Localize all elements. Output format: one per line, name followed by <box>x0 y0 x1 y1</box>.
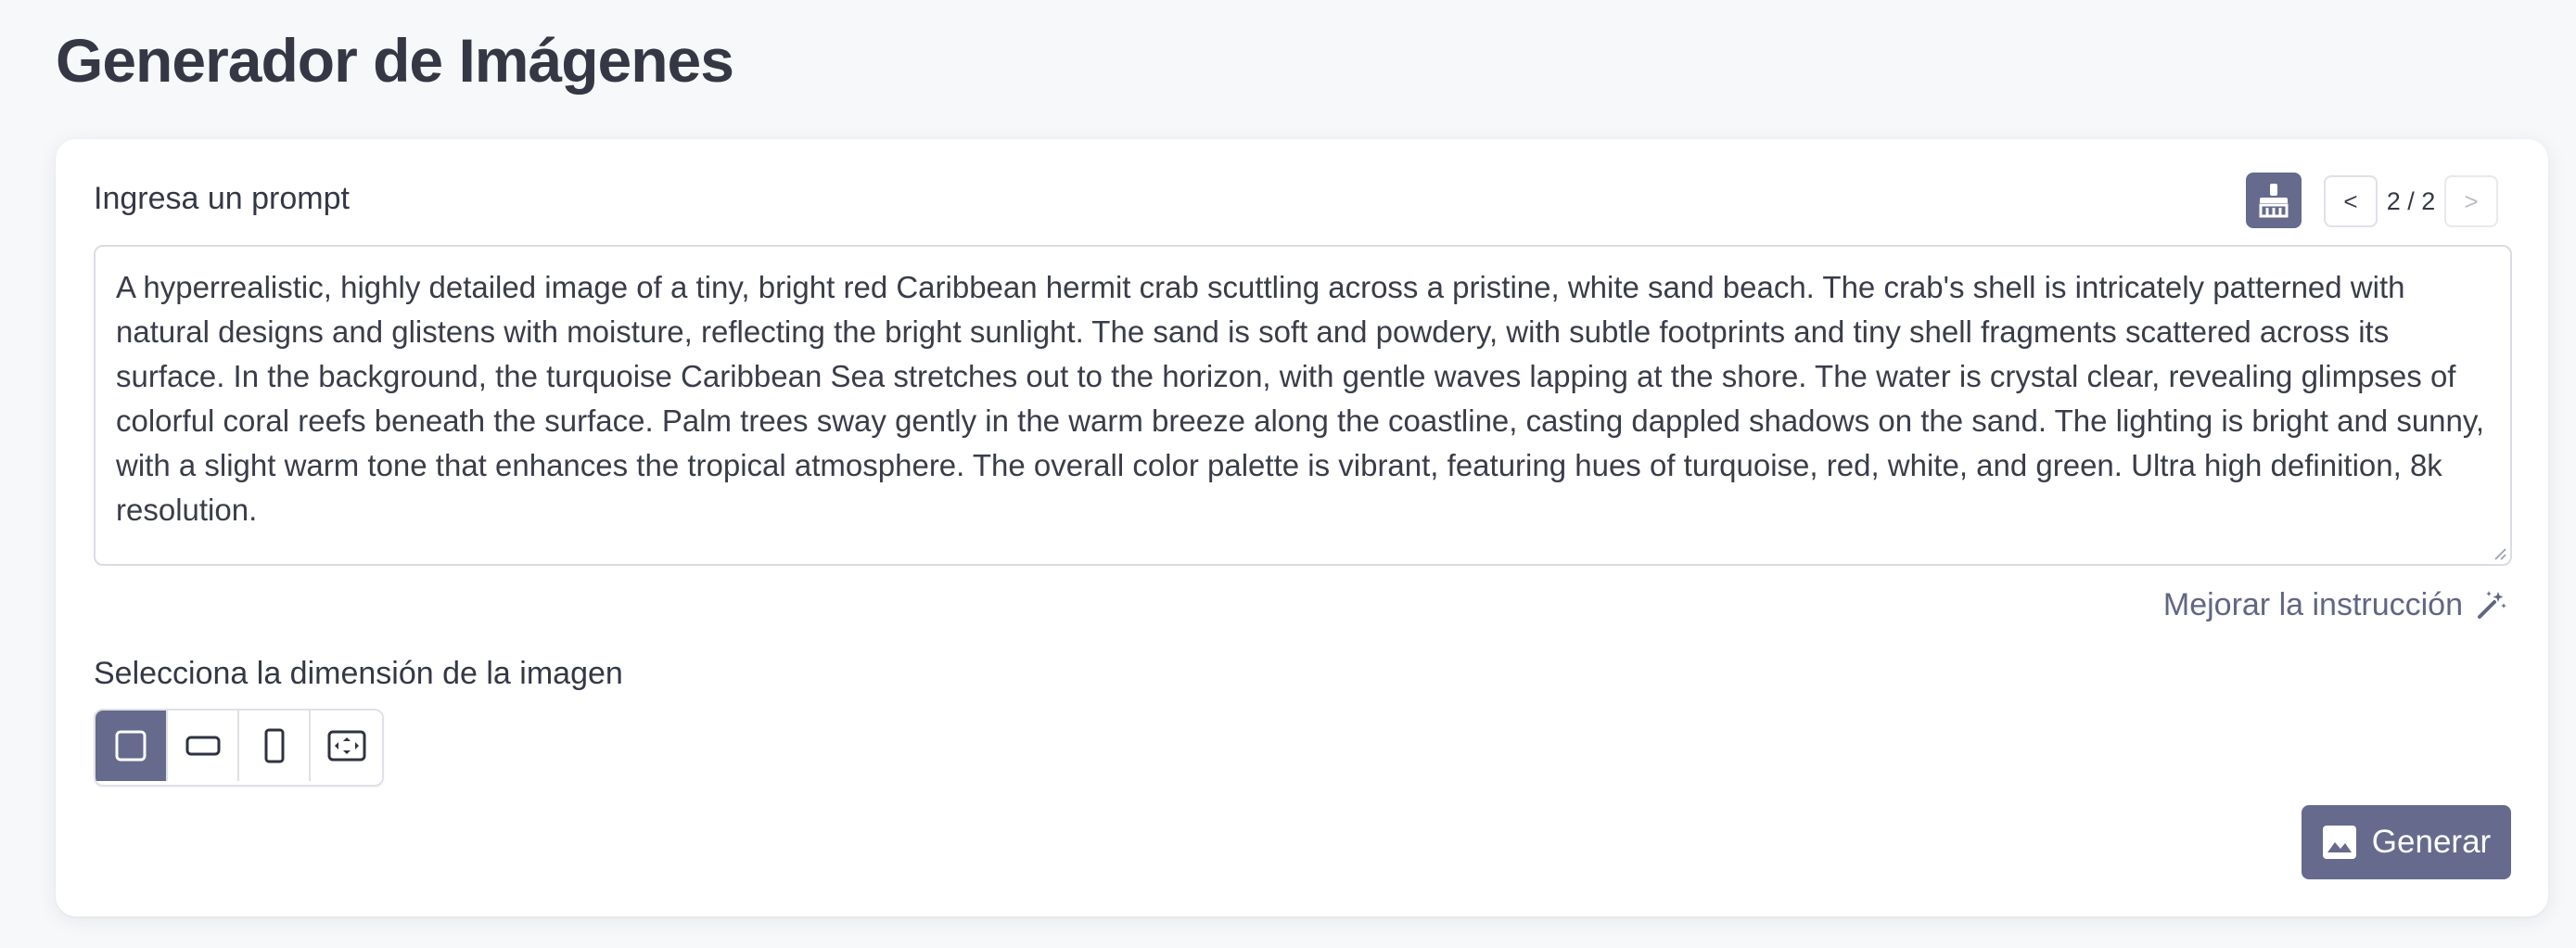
page-title: Generador de Imágenes <box>56 26 734 95</box>
square-icon <box>115 730 147 762</box>
improve-instruction-label: Mejorar la instrucción <box>2162 587 2463 622</box>
prompt-pager: < 2 / 2 > <box>2324 174 2498 228</box>
broom-icon <box>2259 184 2289 218</box>
generate-label: Generar <box>2371 824 2492 860</box>
generator-card: Ingresa un prompt < 2 / 2 > A hyperreali… <box>56 139 2548 916</box>
clear-prompt-button[interactable] <box>2246 173 2302 228</box>
pager-next-button[interactable]: > <box>2444 175 2498 227</box>
dimension-landscape-button[interactable] <box>168 711 239 781</box>
magic-wand-icon <box>2478 591 2506 619</box>
image-icon <box>2322 826 2356 859</box>
dimension-square-button[interactable] <box>96 711 168 781</box>
prompt-label: Ingresa un prompt <box>94 181 350 216</box>
dimension-custom-button[interactable] <box>311 711 382 781</box>
prompt-text: A hyperrealistic, highly detailed image … <box>116 270 2485 527</box>
prompt-textarea[interactable]: A hyperrealistic, highly detailed image … <box>94 245 2512 566</box>
resize-grip-icon[interactable] <box>2492 545 2506 560</box>
improve-instruction-link[interactable]: Mejorar la instrucción <box>2163 586 2507 623</box>
portrait-rect-icon <box>264 728 284 763</box>
generate-button[interactable]: Generar <box>2302 805 2511 879</box>
landscape-rect-icon <box>185 736 220 756</box>
dimension-portrait-button[interactable] <box>239 711 311 781</box>
dimension-label: Selecciona la dimensión de la imagen <box>94 656 623 691</box>
dimension-selector <box>94 709 384 787</box>
custom-size-icon <box>327 730 365 762</box>
pager-count: 2 / 2 <box>2386 186 2436 215</box>
pager-prev-button[interactable]: < <box>2324 175 2378 227</box>
